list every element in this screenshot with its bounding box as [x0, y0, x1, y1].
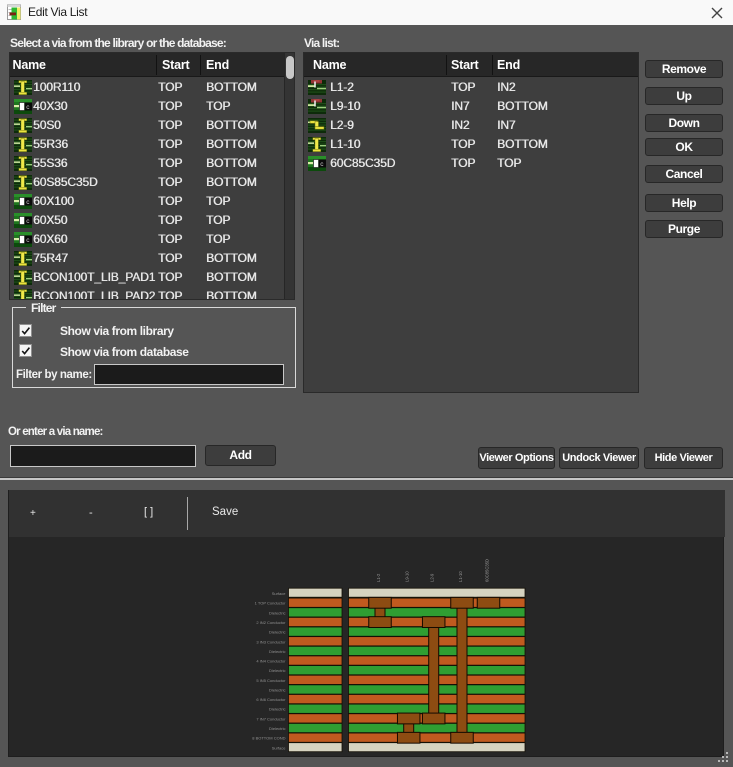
svg-text:Dielectric: Dielectric [269, 707, 285, 712]
svg-text:8 BOTTOM COND: 8 BOTTOM COND [252, 736, 285, 741]
svg-text:Dielectric: Dielectric [269, 687, 285, 692]
svg-text:L9-10: L9-10 [405, 571, 410, 582]
svg-text:Surface: Surface [272, 745, 287, 750]
svg-text:3 IN3 Conductor: 3 IN3 Conductor [256, 639, 286, 644]
svg-text:Surface: Surface [272, 591, 287, 596]
svg-text:6 IN6 Conductor: 6 IN6 Conductor [256, 697, 286, 702]
svg-text:7 IN7 Conductor: 7 IN7 Conductor [256, 716, 286, 721]
svg-text:Dielectric: Dielectric [269, 630, 285, 635]
svg-text:2 IN2 Conductor: 2 IN2 Conductor [256, 620, 286, 625]
svg-text:Dielectric: Dielectric [269, 649, 285, 654]
svg-text:4 IN4 Conductor: 4 IN4 Conductor [256, 659, 286, 664]
svg-text:L1-10: L1-10 [458, 571, 463, 582]
svg-text:L2-9: L2-9 [430, 573, 435, 582]
svg-text:Dielectric: Dielectric [269, 610, 285, 615]
svg-text:Dielectric: Dielectric [269, 668, 285, 673]
svg-text:L1-2: L1-2 [376, 573, 381, 582]
svg-text:60C85C35D: 60C85C35D [485, 559, 490, 582]
svg-text:Dielectric: Dielectric [269, 726, 285, 731]
svg-text:5 IN5 Conductor: 5 IN5 Conductor [256, 678, 286, 683]
svg-text:1 TOP Conductor: 1 TOP Conductor [255, 601, 287, 606]
